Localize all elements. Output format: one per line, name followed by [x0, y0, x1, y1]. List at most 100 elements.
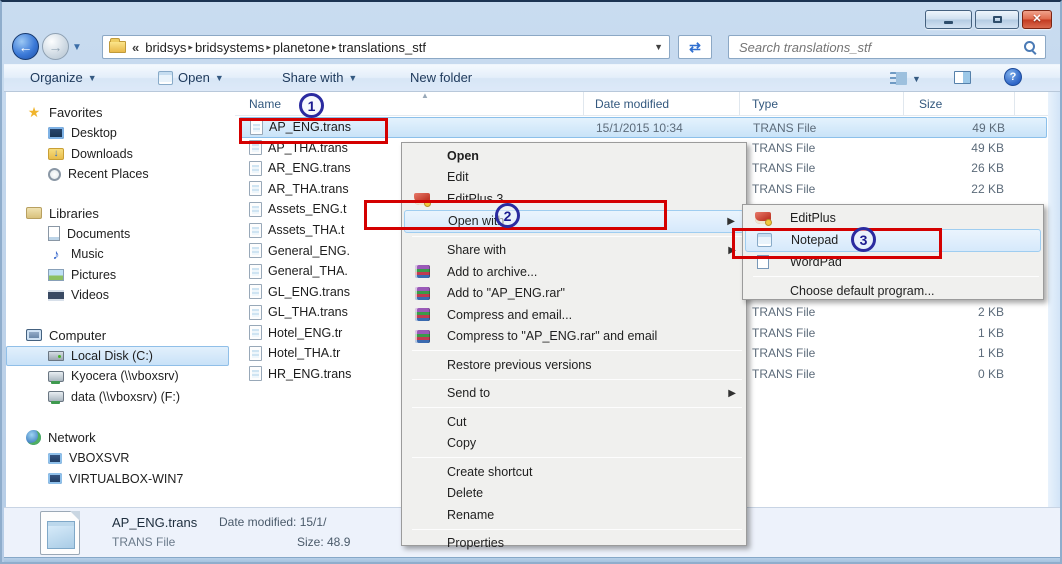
chevron-down-icon: ▼ — [215, 73, 224, 83]
search-input[interactable] — [737, 39, 1023, 56]
column-header-type[interactable]: Type — [752, 97, 778, 111]
menu-separator — [412, 379, 742, 380]
sidebar-group-header-computer[interactable]: Computer — [6, 325, 235, 346]
file-icon — [249, 366, 262, 381]
sidebar-item-vboxsvr[interactable]: VBOXSVR — [6, 448, 235, 469]
refresh-button[interactable]: ⇄ — [678, 35, 712, 59]
file-name-cell: GL_ENG.trans — [249, 281, 350, 302]
breadcrumb-truncation[interactable]: « — [132, 40, 139, 55]
sidebar-item-virtualbox-win7[interactable]: VIRTUALBOX-WIN7 — [6, 469, 235, 490]
menu-item-edit[interactable]: Edit — [404, 167, 744, 189]
menu-item-choose-default-program[interactable]: Choose default program... — [745, 280, 1041, 302]
winrar-icon — [415, 287, 430, 300]
menu-icon-slot — [410, 308, 434, 321]
address-dropdown-icon[interactable]: ▼ — [654, 42, 663, 52]
breadcrumb-item-planetone[interactable]: planetone — [273, 40, 330, 55]
address-bar[interactable]: « bridsys▸bridsystems▸planetone▸translat… — [102, 35, 670, 59]
menu-item-delete[interactable]: Delete — [404, 483, 744, 505]
sidebar-item-documents[interactable]: Documents — [6, 224, 235, 245]
network-icon — [26, 430, 41, 445]
sidebar-group-header-libraries[interactable]: Libraries — [6, 203, 235, 224]
preview-pane-button[interactable] — [954, 71, 971, 84]
file-size-cell: 49 KB — [919, 141, 1004, 155]
menu-item-cut[interactable]: Cut — [404, 411, 744, 433]
menu-separator — [412, 350, 742, 351]
menu-item-label: EditPlus — [790, 211, 836, 225]
menu-item-properties[interactable]: Properties — [404, 533, 744, 555]
explorer-window: ✕ ← → ▼ « bridsys▸bridsystems▸planetone▸… — [0, 0, 1062, 564]
documents-icon — [48, 226, 60, 241]
menu-item-label: Cut — [447, 415, 466, 429]
help-button[interactable]: ? — [1004, 68, 1022, 86]
column-header-size[interactable]: Size — [919, 97, 942, 111]
column-header-date[interactable]: Date modified — [595, 97, 669, 111]
menu-item-share-with[interactable]: Share with▶ — [404, 240, 744, 262]
sidebar-item-label: Kyocera (\\vboxsrv) — [71, 369, 179, 383]
column-divider[interactable] — [739, 92, 740, 115]
change-view-button[interactable]: ▼ — [882, 68, 929, 89]
menu-item-create-shortcut[interactable]: Create shortcut — [404, 461, 744, 483]
share-with-button[interactable]: Share with▼ — [274, 66, 365, 89]
breadcrumb-item-bridsystems[interactable]: bridsystems — [195, 40, 264, 55]
desktop-icon — [48, 127, 64, 139]
navigation-pane: ★FavoritesDesktop↓DownloadsRecent Places… — [6, 92, 235, 507]
sidebar-group-header-network[interactable]: Network — [6, 427, 235, 448]
menu-item-compress-to-ap-eng-rar-and-email[interactable]: Compress to "AP_ENG.rar" and email — [404, 326, 744, 348]
menu-item-label: Share with — [447, 243, 506, 257]
forward-button[interactable]: → — [42, 33, 69, 60]
maximize-button[interactable] — [975, 10, 1019, 29]
new-folder-button[interactable]: New folder — [402, 66, 480, 89]
organize-button[interactable]: Organize▼ — [22, 66, 105, 89]
winrar-icon — [415, 308, 430, 321]
sidebar-item-downloads[interactable]: ↓Downloads — [6, 144, 235, 165]
column-divider[interactable] — [583, 92, 584, 115]
sidebar-group-label: Libraries — [49, 206, 99, 221]
column-divider[interactable] — [1014, 92, 1015, 115]
menu-item-send-to[interactable]: Send to▶ — [404, 383, 744, 405]
menu-icon-slot — [751, 212, 775, 224]
sidebar-item-desktop[interactable]: Desktop — [6, 123, 235, 144]
sidebar-item-music[interactable]: ♪Music — [6, 244, 235, 265]
sidebar-item-data-vboxsrv-f[interactable]: data (\\vboxsrv) (F:) — [6, 387, 235, 408]
menu-item-copy[interactable]: Copy — [404, 433, 744, 455]
file-icon — [249, 284, 262, 299]
libraries-icon — [26, 207, 42, 219]
file-size-cell: 1 KB — [919, 326, 1004, 340]
breadcrumb-item-translations-stf[interactable]: translations_stf — [339, 40, 426, 55]
open-button[interactable]: Open ▼ — [150, 66, 232, 89]
file-preview-icon — [40, 511, 80, 555]
file-name-cell: General_THA. — [249, 261, 348, 282]
back-button[interactable]: ← — [12, 33, 39, 60]
sidebar-item-recent-places[interactable]: Recent Places — [6, 164, 235, 185]
sidebar-item-local-disk-c[interactable]: Local Disk (C:) — [6, 346, 229, 367]
recent-pages-chevron-icon[interactable]: ▼ — [72, 42, 82, 53]
status-size: Size: 48.9 — [297, 535, 350, 549]
menu-item-open[interactable]: Open — [404, 145, 744, 167]
menu-item-compress-and-email[interactable]: Compress and email... — [404, 304, 744, 326]
minimize-button[interactable] — [925, 10, 972, 29]
search-box[interactable] — [728, 35, 1046, 59]
sidebar-group-label: Network — [48, 430, 96, 445]
column-divider[interactable] — [903, 92, 904, 115]
column-header-name[interactable]: Name — [249, 97, 281, 111]
editplus-icon — [755, 212, 771, 224]
menu-item-restore-previous-versions[interactable]: Restore previous versions — [404, 354, 744, 376]
sidebar-item-kyocera-vboxsrv[interactable]: Kyocera (\\vboxsrv) — [6, 366, 235, 387]
menu-item-editplus[interactable]: EditPlus — [745, 207, 1041, 229]
close-button[interactable]: ✕ — [1022, 10, 1052, 29]
sidebar-item-label: Videos — [71, 288, 109, 302]
search-icon[interactable] — [1023, 40, 1037, 54]
file-icon — [249, 264, 262, 279]
menu-item-add-to-ap-eng-rar[interactable]: Add to "AP_ENG.rar" — [404, 283, 744, 305]
chevron-down-icon: ▼ — [912, 74, 921, 84]
menu-item-rename[interactable]: Rename — [404, 504, 744, 526]
scrollbar-area[interactable] — [1048, 92, 1062, 507]
file-size-cell: 22 KB — [919, 182, 1004, 196]
sidebar-group-header-favorites[interactable]: ★Favorites — [6, 102, 235, 123]
netdrive-icon — [48, 391, 64, 402]
sidebar-item-pictures[interactable]: Pictures — [6, 265, 235, 286]
open-label: Open — [178, 70, 210, 85]
sidebar-item-videos[interactable]: Videos — [6, 285, 235, 306]
menu-item-add-to-archive[interactable]: Add to archive... — [404, 261, 744, 283]
breadcrumb-item-bridsys[interactable]: bridsys — [145, 40, 186, 55]
